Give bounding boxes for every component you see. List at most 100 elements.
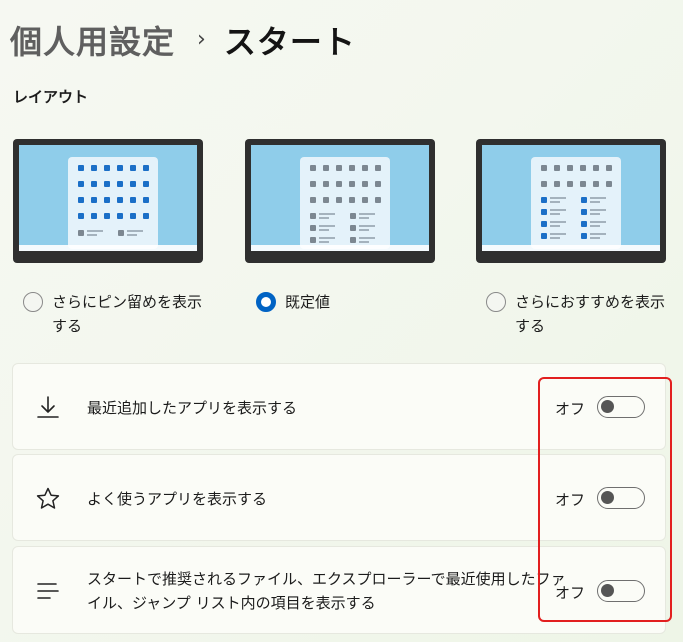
tile-icon bbox=[130, 181, 136, 187]
tile-icon bbox=[117, 213, 123, 219]
tile-icon bbox=[130, 213, 136, 219]
tile-icon bbox=[362, 181, 368, 187]
download-icon bbox=[37, 396, 59, 418]
tile-icon bbox=[581, 209, 587, 215]
tile-icon bbox=[310, 225, 316, 231]
tile-icon bbox=[375, 181, 381, 187]
tile-icon bbox=[104, 213, 110, 219]
list-icon bbox=[37, 583, 59, 599]
tile-icon bbox=[336, 165, 342, 171]
tile-icon bbox=[362, 197, 368, 203]
tile-icon bbox=[581, 197, 587, 203]
chevron-right-icon: › bbox=[197, 26, 206, 52]
tile-icon bbox=[323, 165, 329, 171]
tile-icon bbox=[91, 181, 97, 187]
radio-option-more-pins[interactable]: さらにピン留めを表示 する bbox=[23, 290, 202, 338]
toggle-switch[interactable] bbox=[597, 580, 645, 602]
toggle-switch[interactable] bbox=[597, 487, 645, 509]
tile-icon bbox=[78, 213, 84, 219]
tile-icon bbox=[130, 165, 136, 171]
tile-icon bbox=[581, 233, 587, 239]
tile-icon bbox=[567, 165, 573, 171]
tile-icon bbox=[91, 165, 97, 171]
tile-icon bbox=[78, 197, 84, 203]
tile-icon bbox=[541, 221, 547, 227]
radio-label: 既定値 bbox=[285, 293, 331, 311]
tile-icon bbox=[349, 181, 355, 187]
tile-icon bbox=[310, 197, 316, 203]
setting-card-most-used-apps[interactable]: よく使うアプリを表示する オフ bbox=[12, 454, 666, 541]
tile-icon bbox=[541, 233, 547, 239]
setting-label: 最近追加したアプリを表示する bbox=[87, 399, 298, 417]
tile-icon bbox=[130, 197, 136, 203]
tile-icon bbox=[541, 197, 547, 203]
layout-preview-more-pins[interactable] bbox=[13, 139, 203, 263]
tile-icon bbox=[78, 230, 84, 236]
tile-icon bbox=[310, 165, 316, 171]
tile-icon bbox=[580, 181, 586, 187]
radio-button[interactable] bbox=[486, 292, 506, 312]
monitor-preview bbox=[476, 139, 666, 263]
tile-icon bbox=[104, 181, 110, 187]
radio-option-more-recommendations[interactable]: さらにおすすめを表示 する bbox=[486, 290, 665, 338]
tile-icon bbox=[593, 181, 599, 187]
toggle-state-text: オフ bbox=[555, 491, 586, 509]
tile-icon bbox=[541, 181, 547, 187]
tile-icon bbox=[375, 197, 381, 203]
tile-icon bbox=[91, 213, 97, 219]
layout-preview-default[interactable] bbox=[245, 139, 435, 263]
tile-icon bbox=[606, 165, 612, 171]
layout-preview-more-recommendations[interactable] bbox=[476, 139, 666, 263]
tile-icon bbox=[336, 181, 342, 187]
tile-icon bbox=[567, 181, 573, 187]
monitor-preview bbox=[245, 139, 435, 263]
radio-label: さらにピン留めを表示 する bbox=[52, 293, 203, 335]
tile-icon bbox=[350, 225, 356, 231]
tile-icon bbox=[349, 165, 355, 171]
tile-icon bbox=[78, 165, 84, 171]
tile-icon bbox=[310, 181, 316, 187]
radio-button[interactable] bbox=[23, 292, 43, 312]
tile-icon bbox=[118, 230, 124, 236]
tile-icon bbox=[593, 165, 599, 171]
page-title: スタート bbox=[223, 23, 356, 61]
setting-card-recommended-files[interactable]: スタートで推奨されるファイル、エクスプローラーで最近使用したファ イル、ジャンプ… bbox=[12, 546, 666, 634]
tile-icon bbox=[349, 197, 355, 203]
tile-icon bbox=[310, 213, 316, 219]
breadcrumb-parent[interactable]: 個人用設定 bbox=[10, 17, 175, 63]
tile-icon bbox=[554, 165, 560, 171]
setting-card-recently-added-apps[interactable]: 最近追加したアプリを表示する オフ bbox=[12, 363, 666, 450]
tile-icon bbox=[323, 197, 329, 203]
tile-icon bbox=[143, 181, 149, 187]
radio-option-default[interactable]: 既定値 bbox=[256, 290, 330, 314]
radio-button[interactable] bbox=[256, 292, 276, 312]
radio-label: さらにおすすめを表示 する bbox=[515, 293, 666, 335]
tile-icon bbox=[117, 181, 123, 187]
tile-icon bbox=[143, 213, 149, 219]
setting-label: よく使うアプリを表示する bbox=[87, 490, 268, 508]
tile-icon bbox=[323, 181, 329, 187]
star-icon bbox=[36, 487, 60, 509]
tile-icon bbox=[336, 197, 342, 203]
tile-icon bbox=[554, 181, 560, 187]
setting-label: スタートで推奨されるファイル、エクスプローラーで最近使用したファ イル、ジャンプ… bbox=[87, 570, 566, 612]
tile-icon bbox=[310, 237, 316, 243]
tile-icon bbox=[117, 165, 123, 171]
tile-icon bbox=[143, 197, 149, 203]
tile-icon bbox=[541, 209, 547, 215]
layout-section-label: レイアウト bbox=[13, 88, 89, 106]
tile-icon bbox=[78, 181, 84, 187]
tile-icon bbox=[117, 197, 123, 203]
tile-icon bbox=[362, 165, 368, 171]
tile-icon bbox=[104, 197, 110, 203]
toggle-switch[interactable] bbox=[597, 396, 645, 418]
monitor-preview bbox=[13, 139, 203, 263]
tile-icon bbox=[581, 221, 587, 227]
tile-icon bbox=[350, 237, 356, 243]
tile-icon bbox=[375, 165, 381, 171]
tile-icon bbox=[143, 165, 149, 171]
breadcrumb: 個人用設定 › スタート bbox=[10, 18, 356, 62]
tile-icon bbox=[91, 197, 97, 203]
tile-icon bbox=[350, 213, 356, 219]
toggle-state-text: オフ bbox=[555, 584, 586, 602]
